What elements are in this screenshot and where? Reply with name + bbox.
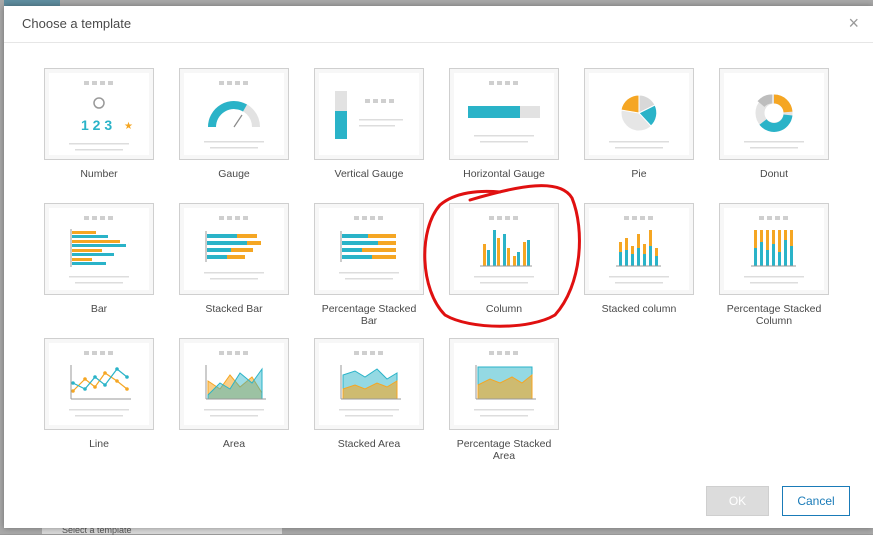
column-chart-icon	[474, 216, 534, 284]
template-label: Vertical Gauge	[334, 168, 404, 180]
choose-template-dialog: Choose a template × 1 2 3 ★ Number Gauge…	[4, 6, 873, 528]
template-area[interactable]: Area	[179, 338, 289, 450]
template-label: Bar	[90, 303, 108, 315]
close-icon[interactable]: ×	[848, 14, 859, 32]
dialog-header: Choose a template ×	[4, 6, 873, 43]
template-label: Percentage Stacked Area	[456, 438, 552, 462]
svg-text:★: ★	[124, 121, 133, 132]
template-thumbnail[interactable]	[449, 203, 559, 295]
number-icon-digits: 1 2 3	[81, 117, 112, 133]
template-thumbnail[interactable]: 1 2 3 ★	[44, 68, 154, 160]
stacked-column-chart-icon	[609, 216, 669, 284]
template-label: Horizontal Gauge	[463, 168, 545, 180]
template-label: Column	[485, 303, 523, 315]
cancel-button[interactable]: Cancel	[782, 486, 850, 516]
template-thumbnail[interactable]	[449, 338, 559, 430]
template-label: Percentage Stacked Column	[726, 303, 822, 327]
template-label: Gauge	[218, 168, 250, 180]
percentage-stacked-area-chart-icon	[474, 351, 536, 417]
template-percentage-stacked-bar[interactable]: Percentage Stacked Bar	[314, 203, 424, 327]
template-percentage-stacked-area[interactable]: Percentage Stacked Area	[449, 338, 559, 462]
template-thumbnail[interactable]	[584, 68, 694, 160]
template-label: Stacked Area	[337, 438, 401, 450]
template-thumbnail[interactable]	[584, 203, 694, 295]
template-label: Line	[89, 438, 109, 450]
area-chart-icon	[204, 351, 266, 417]
template-label: Pie	[631, 168, 647, 180]
template-thumbnail[interactable]	[449, 68, 559, 160]
stacked-area-chart-icon	[339, 351, 401, 417]
template-stacked-bar[interactable]: Stacked Bar	[179, 203, 289, 315]
template-gauge[interactable]: Gauge	[179, 68, 289, 180]
template-stacked-column[interactable]: Stacked column	[584, 203, 694, 315]
template-number[interactable]: 1 2 3 ★ Number	[44, 68, 154, 180]
template-vertical-gauge[interactable]: Vertical Gauge	[314, 68, 424, 180]
template-thumbnail[interactable]	[719, 203, 829, 295]
percentage-stacked-bar-chart-icon	[339, 216, 399, 280]
template-percentage-stacked-column[interactable]: Percentage Stacked Column	[719, 203, 829, 327]
ok-button[interactable]: OK	[706, 486, 769, 516]
template-label: Area	[222, 438, 246, 450]
template-label: Percentage Stacked Bar	[321, 303, 417, 327]
template-stacked-area[interactable]: Stacked Area	[314, 338, 424, 450]
template-thumbnail[interactable]	[44, 203, 154, 295]
line-chart-icon	[69, 351, 131, 417]
donut-chart-icon	[744, 94, 804, 149]
template-thumbnail[interactable]	[719, 68, 829, 160]
dialog-title: Choose a template	[22, 16, 132, 31]
number-icon: 1 2 3 ★	[69, 81, 133, 151]
template-pie[interactable]: Pie	[584, 68, 694, 180]
template-thumbnail[interactable]	[314, 338, 424, 430]
bar-chart-icon	[69, 216, 129, 284]
percentage-stacked-column-chart-icon	[744, 216, 804, 284]
horizontal-gauge-icon	[468, 81, 540, 143]
template-label: Donut	[759, 168, 789, 180]
template-line[interactable]: Line	[44, 338, 154, 450]
template-thumbnail[interactable]	[179, 203, 289, 295]
template-label: Number	[80, 168, 118, 180]
pie-chart-icon	[609, 94, 669, 149]
template-column[interactable]: Column	[449, 203, 559, 315]
template-label: Stacked Bar	[205, 303, 263, 315]
template-bar[interactable]: Bar	[44, 203, 154, 315]
stacked-bar-chart-icon	[204, 216, 264, 280]
template-thumbnail[interactable]	[314, 203, 424, 295]
template-thumbnail[interactable]	[179, 338, 289, 430]
template-label: Stacked column	[601, 303, 677, 315]
template-donut[interactable]: Donut	[719, 68, 829, 180]
template-thumbnail[interactable]	[179, 68, 289, 160]
vertical-gauge-icon	[335, 91, 403, 139]
template-thumbnail[interactable]	[314, 68, 424, 160]
template-horizontal-gauge[interactable]: Horizontal Gauge	[449, 68, 559, 180]
gauge-icon	[204, 81, 264, 149]
template-thumbnail[interactable]	[44, 338, 154, 430]
